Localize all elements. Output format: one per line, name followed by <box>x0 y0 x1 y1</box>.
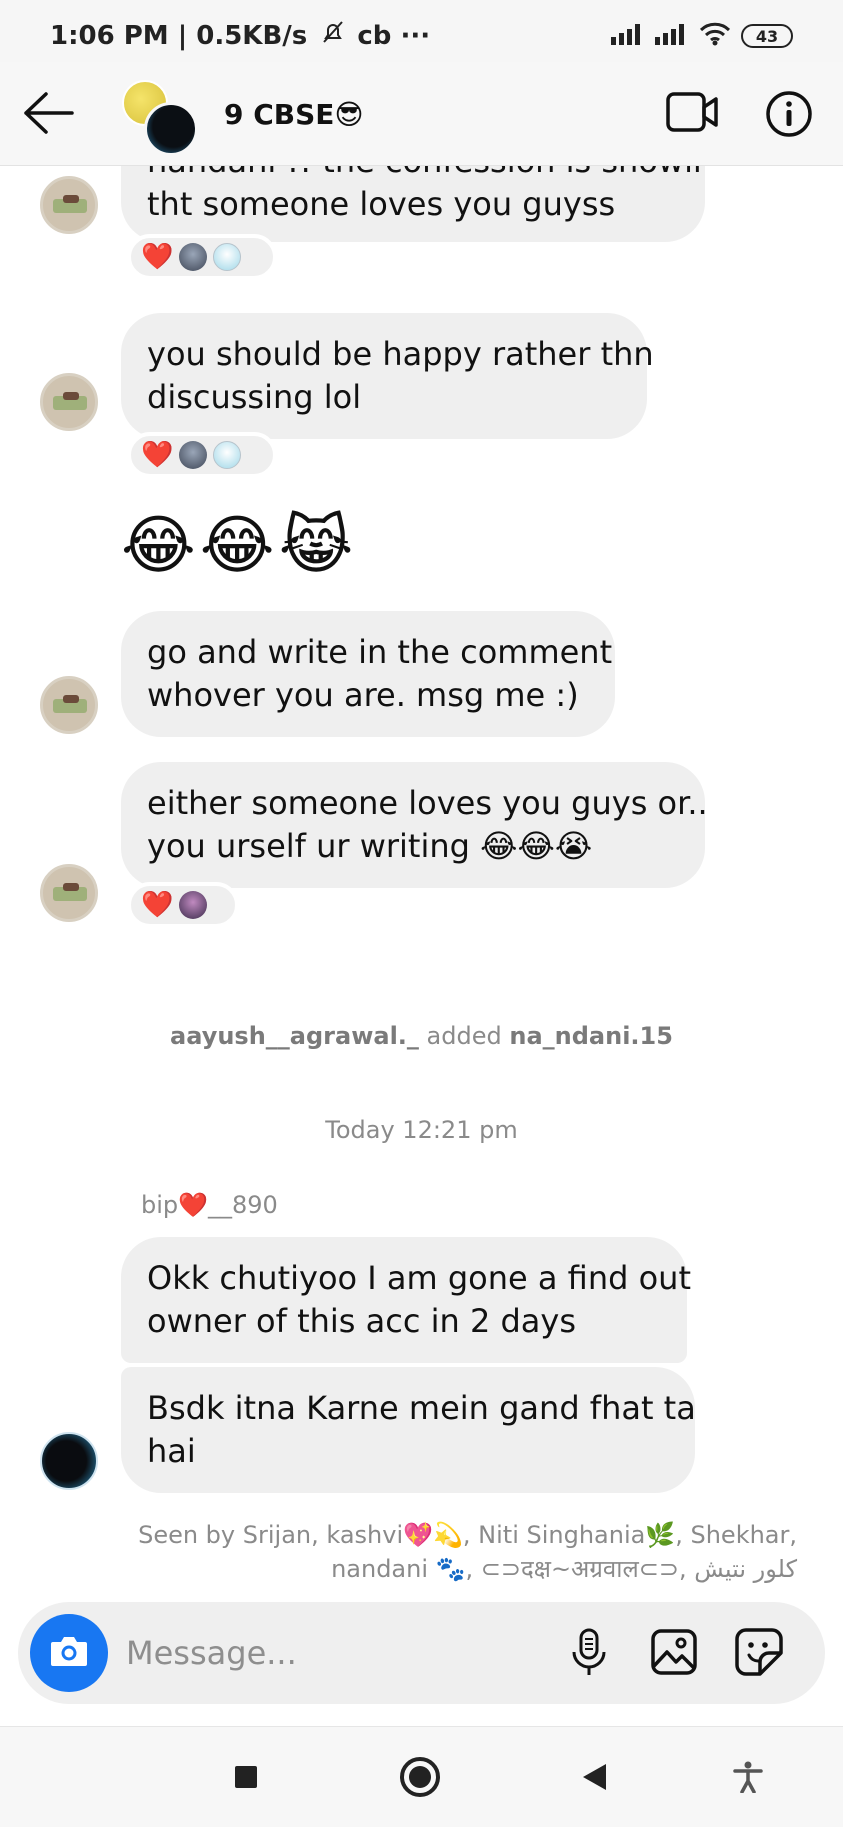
info-icon <box>765 91 813 142</box>
camera-icon <box>49 1634 89 1672</box>
back-button[interactable] <box>20 90 80 140</box>
reactions-pill[interactable]: ❤️ <box>127 432 277 478</box>
message-bubble[interactable]: Bsdk itna Karne mein gand fhat ta hai <box>121 1367 696 1493</box>
video-camera-icon <box>666 92 720 138</box>
status-bar: 1:06 PM | 0.5KB/s cb ··· 43 <box>0 0 843 70</box>
sender-avatar[interactable] <box>40 176 98 234</box>
square-icon <box>233 1764 259 1794</box>
wifi-icon <box>699 22 731 50</box>
recent-apps-button[interactable] <box>224 1757 268 1801</box>
seen-by-line: nandani 🐾, ⊂⊃दक्ष~अग्रवाल⊂⊃, کلور نتیش <box>331 1555 797 1583</box>
added-actor[interactable]: aayush__agrawal._ <box>170 1022 419 1050</box>
triangle-back-icon <box>580 1762 608 1796</box>
video-call-button[interactable] <box>666 90 720 134</box>
message-line: Bsdk itna Karne mein gand fhat ta <box>147 1389 696 1427</box>
battery-icon: 43 <box>741 24 793 48</box>
system-nav-bar <box>0 1726 843 1827</box>
added-verb: added <box>418 1022 510 1050</box>
system-added-note: aayush__agrawal._ added na_ndani.15 <box>0 1022 843 1050</box>
group-title[interactable]: 9 CBSE😎 <box>224 98 364 131</box>
camera-button[interactable] <box>30 1614 108 1692</box>
message-bubble[interactable]: go and write in the comment whover you a… <box>121 611 615 737</box>
arrow-left-icon <box>20 92 76 140</box>
reactor-avatar <box>179 243 208 271</box>
heart-icon: ❤️ <box>141 890 174 920</box>
message-line: hai <box>147 1432 196 1470</box>
heart-icon: ❤️ <box>141 440 174 470</box>
circle-icon <box>399 1756 441 1802</box>
info-button[interactable] <box>765 90 813 138</box>
heart-icon: ❤️ <box>141 242 174 272</box>
timestamp: Today 12:21 pm <box>325 1116 518 1144</box>
added-target[interactable]: na_ndani.15 <box>509 1022 673 1050</box>
back-nav-button[interactable] <box>572 1757 616 1801</box>
message-bubble[interactable]: Okk chutiyoo I am gone a find out owner … <box>121 1237 691 1363</box>
group-avatar-2 <box>144 102 198 156</box>
voice-button[interactable] <box>563 1628 615 1680</box>
message-bubble[interactable]: either someone loves you guys or.. you u… <box>121 762 708 888</box>
reactor-avatar <box>213 243 242 271</box>
signal-icon <box>611 23 645 49</box>
seen-by-line: Seen by Srijan, kashvi💖💫, Niti Singhania… <box>138 1521 797 1549</box>
message-line: owner of this acc in 2 days <box>147 1302 576 1340</box>
reactions-pill[interactable]: ❤️ <box>127 234 277 280</box>
reactor-avatar <box>179 441 208 469</box>
home-button[interactable] <box>398 1757 442 1801</box>
message-composer <box>18 1602 825 1704</box>
accessibility-icon <box>733 1761 763 1797</box>
accessibility-button[interactable] <box>726 1757 770 1801</box>
message-input[interactable] <box>126 1628 566 1678</box>
message-line: tht someone loves you guyss <box>147 185 616 223</box>
message-line: you urself ur writing 😂😂😭 <box>147 827 593 865</box>
mute-icon <box>322 20 344 51</box>
reactor-avatar <box>213 441 242 469</box>
status-extra-text: cb ··· <box>357 21 431 51</box>
status-right: 43 <box>611 22 793 50</box>
image-icon <box>650 1628 698 1680</box>
message-line: Okk chutiyoo I am gone a find out <box>147 1259 691 1297</box>
message-line: you should be happy rather thn <box>147 335 654 373</box>
sticker-icon <box>734 1627 784 1681</box>
microphone-icon <box>569 1627 609 1681</box>
sender-avatar[interactable] <box>40 676 98 734</box>
sender-name[interactable]: bip❤️__890 <box>141 1191 278 1219</box>
message-line: whover you are. msg me :) <box>147 676 579 714</box>
sender-avatar[interactable] <box>40 373 98 431</box>
status-time: 1:06 PM | 0.5KB/s cb ··· <box>50 20 430 51</box>
message-line: either someone loves you guys or.. <box>147 784 708 822</box>
message-line: go and write in the comment <box>147 633 613 671</box>
reactions-pill[interactable]: ❤️ <box>127 882 239 928</box>
gallery-button[interactable] <box>648 1628 700 1680</box>
seen-by[interactable]: Seen by Srijan, kashvi💖💫, Niti Singhania… <box>77 1518 797 1586</box>
sender-avatar[interactable] <box>40 1432 98 1490</box>
reactor-avatar <box>179 891 208 919</box>
status-time-text: 1:06 PM | 0.5KB/s <box>50 21 308 51</box>
message-line: discussing lol <box>147 378 362 416</box>
signal-icon-2 <box>655 23 689 49</box>
emoji-message[interactable]: 😂😂😹 <box>121 514 357 578</box>
sender-avatar[interactable] <box>40 864 98 922</box>
group-avatar[interactable] <box>122 80 202 156</box>
sticker-button[interactable] <box>733 1628 785 1680</box>
message-bubble[interactable]: you should be happy rather thn discussin… <box>121 313 654 439</box>
